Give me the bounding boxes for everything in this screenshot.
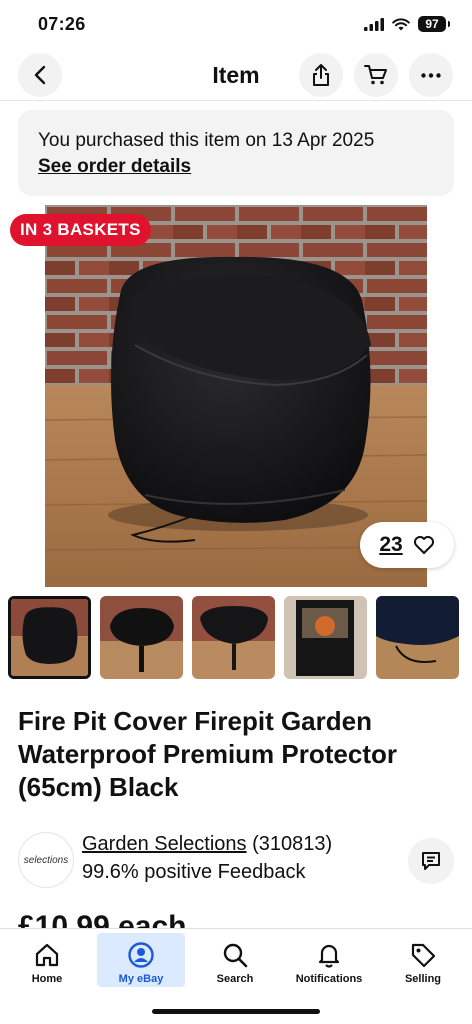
status-indicators: 97 (364, 16, 450, 32)
tag-icon (411, 943, 436, 968)
watch-button[interactable]: 23 (360, 522, 454, 568)
purchase-date-text: You purchased this item on 13 Apr 2025 (38, 130, 375, 151)
page-title: Item (212, 62, 260, 88)
message-icon (422, 852, 440, 870)
more-button[interactable] (409, 53, 453, 97)
thumb-image (284, 596, 367, 679)
seller-feedback: 99.6% positive Feedback (82, 861, 306, 883)
status-time: 07:26 (38, 14, 86, 34)
tab-label: Notifications (295, 973, 363, 985)
thumb-image (376, 596, 459, 679)
hero-gallery[interactable]: IN 3 BASKETS 23 (0, 205, 472, 587)
share-button[interactable] (299, 53, 343, 97)
order-details-link[interactable]: See order details (38, 154, 191, 180)
tab-selling[interactable]: Selling (379, 933, 467, 987)
thumb-drawstring[interactable] (376, 596, 459, 679)
cart-button[interactable] (354, 53, 398, 97)
share-icon (313, 64, 329, 86)
thumb-cover-front[interactable] (8, 596, 91, 679)
bell-icon (318, 944, 340, 968)
seller-name-row: Garden Selections (310813) (82, 833, 332, 856)
tab-label: Selling (404, 973, 442, 985)
battery-indicator: 97 (418, 16, 450, 32)
search-icon (223, 943, 248, 968)
tab-label: Search (216, 973, 254, 985)
watch-count: 23 (379, 533, 403, 556)
thumb-cover-stand[interactable] (100, 596, 183, 679)
wifi-icon (392, 17, 410, 30)
thumb-image (11, 599, 88, 676)
thumb-image (192, 596, 275, 679)
seller-name-link[interactable]: Garden Selections (82, 833, 247, 855)
home-icon (35, 943, 59, 967)
user-icon (128, 942, 154, 968)
message-seller-button[interactable] (408, 838, 454, 884)
top-nav: Item (0, 52, 472, 100)
more-icon (421, 72, 441, 78)
thumb-cover-bowl[interactable] (192, 596, 275, 679)
heart-icon (413, 536, 434, 554)
nav-divider (0, 100, 472, 101)
tab-home[interactable]: Home (3, 933, 91, 987)
product-title: Fire Pit Cover Firepit Garden Waterproof… (18, 706, 397, 802)
purchase-banner: You purchased this item on 13 Apr 2025 S… (18, 110, 454, 196)
thumb-packaging[interactable] (284, 596, 367, 679)
in-baskets-badge: IN 3 BASKETS (10, 214, 151, 246)
tab-notifications[interactable]: Notifications (285, 933, 373, 987)
tab-label: My eBay (118, 973, 164, 985)
seller-feedback-count: (310813) (252, 833, 333, 855)
tab-search[interactable]: Search (191, 933, 279, 987)
cart-icon (364, 65, 387, 85)
status-bar: 07:26 97 (0, 0, 472, 50)
seller-card: selections Garden Selections (310813) 99… (18, 830, 458, 890)
signal-icon (364, 17, 384, 31)
thumb-image (100, 596, 183, 679)
tab-my-ebay[interactable]: My eBay (97, 933, 185, 987)
thumbnail-strip[interactable] (8, 596, 472, 680)
seller-logo[interactable]: selections (18, 832, 74, 888)
tab-label: Home (31, 973, 63, 985)
home-indicator (152, 1009, 320, 1014)
